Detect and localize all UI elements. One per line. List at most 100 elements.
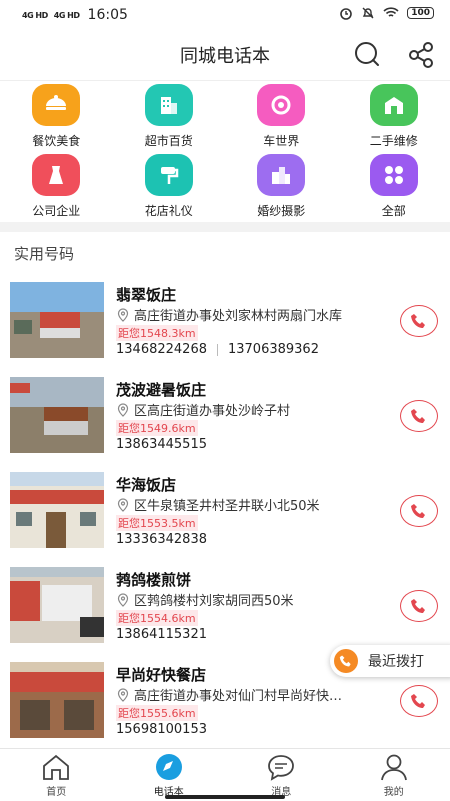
distance-badge: 距您1554.6km bbox=[116, 610, 198, 626]
tab-home[interactable]: 首页 bbox=[0, 749, 113, 801]
listing-address: 高庄街道办事处对仙门村早尚好快… bbox=[116, 685, 386, 704]
tab-profile[interactable]: 我的 bbox=[338, 749, 450, 801]
category-car[interactable]: 车世界 bbox=[225, 82, 338, 152]
category-all[interactable]: 全部 bbox=[338, 152, 450, 222]
listing-phones: 13864115321 bbox=[116, 627, 207, 642]
listing-name: 鹁鸽楼煎饼 bbox=[116, 569, 191, 590]
category-supermarket[interactable]: 超市百货 bbox=[113, 82, 226, 152]
home-icon bbox=[41, 753, 71, 781]
page-title: 同城电话本 bbox=[180, 42, 270, 68]
call-button[interactable] bbox=[400, 685, 438, 717]
listing-address: 高庄街道办事处刘家林村两扇门水库 bbox=[116, 305, 386, 324]
alarm-icon bbox=[339, 6, 353, 20]
phone-icon bbox=[410, 597, 428, 615]
tab-messages[interactable]: 消息 bbox=[225, 749, 338, 801]
location-pin-icon bbox=[116, 593, 130, 607]
phone-icon bbox=[410, 692, 428, 710]
phone-number[interactable]: 13336342838 bbox=[116, 532, 207, 547]
signal-indicator-1: 4G HD bbox=[22, 11, 48, 20]
category-label: 车世界 bbox=[263, 132, 299, 149]
listing-phones: 13336342838 bbox=[116, 532, 207, 547]
listing-address: 区高庄街道办事处沙岭子村 bbox=[116, 400, 386, 419]
category-label: 花店礼仪 bbox=[145, 202, 193, 219]
distance-badge: 距您1548.3km bbox=[116, 325, 198, 341]
title-bar: 同城电话本 bbox=[0, 30, 450, 81]
signal-indicator-2: 4G HD bbox=[54, 11, 80, 20]
call-button[interactable] bbox=[400, 305, 438, 337]
phone-icon bbox=[410, 407, 428, 425]
share-icon[interactable] bbox=[406, 40, 436, 70]
category-label: 二手维修 bbox=[370, 132, 418, 149]
bottom-tab-bar: 首页 电话本 消息 我的 bbox=[0, 748, 450, 801]
listing-address: 区牛泉镇圣井村圣井联小北50米 bbox=[116, 495, 386, 514]
search-icon[interactable] bbox=[352, 40, 382, 70]
phone-number[interactable]: 15698100153 bbox=[116, 722, 207, 737]
category-repair[interactable]: 二手维修 bbox=[338, 82, 450, 152]
listing-photo bbox=[10, 567, 104, 643]
compass-icon bbox=[154, 753, 184, 781]
category-label: 超市百货 bbox=[145, 132, 193, 149]
listing-photo bbox=[10, 377, 104, 453]
repair-icon bbox=[370, 84, 418, 126]
clock: 16:05 bbox=[88, 7, 128, 23]
listing-phones: 13863445515 bbox=[116, 437, 207, 452]
mute-icon bbox=[361, 6, 375, 20]
phone-number[interactable]: 13863445515 bbox=[116, 437, 207, 452]
list-item[interactable]: 华海饭店 区牛泉镇圣井村圣井联小北50米 距您1553.5km 13336342… bbox=[0, 470, 450, 565]
company-icon bbox=[32, 154, 80, 196]
category-flower[interactable]: 花店礼仪 bbox=[113, 152, 226, 222]
category-grid: 餐饮美食 超市百货 车世界 二手维修 公司企业 花店礼仪 婚纱摄影 bbox=[0, 82, 450, 222]
category-label: 婚纱摄影 bbox=[257, 202, 305, 219]
home-indicator bbox=[165, 795, 285, 799]
battery-indicator: 100 bbox=[407, 7, 434, 19]
listing-name: 茂波避暑饭庄 bbox=[116, 379, 206, 400]
food-icon bbox=[32, 84, 80, 126]
category-wedding[interactable]: 婚纱摄影 bbox=[225, 152, 338, 222]
category-food[interactable]: 餐饮美食 bbox=[0, 82, 113, 152]
wedding-icon bbox=[257, 154, 305, 196]
listing-photo bbox=[10, 472, 104, 548]
section-divider bbox=[0, 222, 450, 232]
section-title: 实用号码 bbox=[14, 243, 74, 264]
call-button[interactable] bbox=[400, 495, 438, 527]
phone-number[interactable]: 13468224268 bbox=[116, 342, 207, 357]
listing-name: 早尚好快餐店 bbox=[116, 664, 206, 685]
wifi-icon bbox=[383, 7, 399, 19]
building-icon bbox=[145, 84, 193, 126]
phone-icon bbox=[334, 649, 358, 673]
listing-phones: 13468224268 13706389362 bbox=[116, 342, 319, 357]
listing-phones: 15698100153 bbox=[116, 722, 207, 737]
phone-icon bbox=[410, 502, 428, 520]
listing-photo bbox=[10, 282, 104, 358]
listing-name: 华海饭店 bbox=[116, 474, 176, 495]
location-pin-icon bbox=[116, 688, 130, 702]
category-label: 公司企业 bbox=[32, 202, 80, 219]
list-item[interactable]: 翡翠饭庄 高庄街道办事处刘家林村两扇门水库 距您1548.3km 1346822… bbox=[0, 280, 450, 375]
listing-address: 区鹁鸽楼村刘家胡同西50米 bbox=[116, 590, 386, 609]
category-company[interactable]: 公司企业 bbox=[0, 152, 113, 222]
call-button[interactable] bbox=[400, 590, 438, 622]
call-button[interactable] bbox=[400, 400, 438, 432]
tab-phonebook[interactable]: 电话本 bbox=[113, 749, 226, 801]
listing-list: 翡翠饭庄 高庄街道办事处刘家林村两扇门水库 距您1548.3km 1346822… bbox=[0, 280, 450, 755]
distance-badge: 距您1549.6km bbox=[116, 420, 198, 436]
phone-number[interactable]: 13706389362 bbox=[228, 342, 319, 357]
list-item[interactable]: 茂波避暑饭庄 区高庄街道办事处沙岭子村 距您1549.6km 138634455… bbox=[0, 375, 450, 470]
flower-icon bbox=[145, 154, 193, 196]
listing-photo bbox=[10, 662, 104, 738]
all-icon bbox=[370, 154, 418, 196]
tab-label: 首页 bbox=[46, 783, 66, 798]
recent-calls-label: 最近拨打 bbox=[368, 651, 424, 671]
distance-badge: 距您1555.6km bbox=[116, 705, 198, 721]
profile-icon bbox=[379, 753, 409, 781]
location-pin-icon bbox=[116, 498, 130, 512]
location-pin-icon bbox=[116, 403, 130, 417]
status-bar: 4G HD 4G HD 16:05 100 bbox=[0, 0, 450, 30]
car-icon bbox=[257, 84, 305, 126]
distance-badge: 距您1553.5km bbox=[116, 515, 198, 531]
recent-calls-button[interactable]: 最近拨打 bbox=[330, 645, 450, 677]
phone-number[interactable]: 13864115321 bbox=[116, 627, 207, 642]
phone-divider bbox=[217, 344, 218, 356]
category-label: 餐饮美食 bbox=[32, 132, 80, 149]
phone-icon bbox=[410, 312, 428, 330]
